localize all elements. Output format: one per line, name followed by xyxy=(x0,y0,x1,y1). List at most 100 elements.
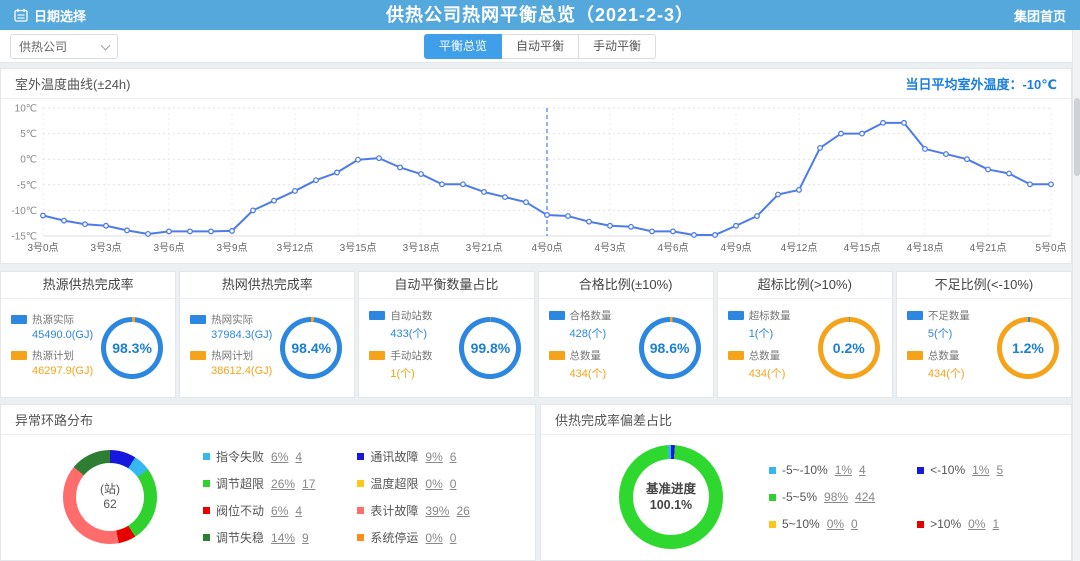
legend-swatch xyxy=(11,315,27,324)
legend-percent-link[interactable]: 9% xyxy=(425,450,442,464)
gauge-legend-label: 总数量 xyxy=(570,348,602,363)
gauge-legend-row: 不足数量 xyxy=(907,308,993,323)
legend-count-link[interactable]: 4 xyxy=(859,463,866,477)
deviation-header: 供热完成率偏差占比 xyxy=(541,405,1071,435)
legend-swatch xyxy=(203,534,210,541)
legend-label: 阀位不动 xyxy=(216,502,264,519)
legend-swatch xyxy=(203,480,210,487)
gauge-percent: 98.6% xyxy=(650,340,690,356)
gauge-legend-item: 手动站数1(个) xyxy=(369,348,455,381)
gauge-percent: 99.8% xyxy=(471,340,511,356)
gauge-percent: 98.3% xyxy=(112,340,152,356)
legend-percent-link[interactable]: 14% xyxy=(271,531,295,545)
legend-swatch xyxy=(917,467,924,474)
date-picker-button[interactable]: 日期选择 xyxy=(14,6,86,25)
legend-count-link[interactable]: 0 xyxy=(851,517,858,531)
group-home-link[interactable]: 集团首页 xyxy=(1014,6,1066,25)
legend-percent-link[interactable]: 1% xyxy=(835,463,852,477)
temperature-panel-title: 室外温度曲线(±24h) xyxy=(15,74,130,93)
company-select[interactable]: 供热公司 xyxy=(10,34,118,59)
gauge-legend-value: 434(个) xyxy=(928,365,993,381)
gauge-card: 超标比例(>10%)超标数量1(个)总数量434(个)0.2% xyxy=(717,271,893,398)
svg-text:3号9点: 3号9点 xyxy=(216,242,247,254)
legend-count-link[interactable]: 26 xyxy=(456,504,469,518)
legend-percent-link[interactable]: 6% xyxy=(271,450,288,464)
legend-item: >10% 0% 1 xyxy=(917,511,1003,538)
legend-count-link[interactable]: 1 xyxy=(992,517,999,531)
gauge-legend-label: 自动站数 xyxy=(390,308,432,323)
abnormal-loops-title: 异常环路分布 xyxy=(15,410,93,429)
legend-column: 指令失败6%4调节超限26%17阀位不动6%4调节失稳14%9 xyxy=(203,443,315,551)
tab-自动平衡[interactable]: 自动平衡 xyxy=(502,34,579,59)
gauge-legend-value: 428(个) xyxy=(570,325,635,341)
svg-text:10℃: 10℃ xyxy=(15,104,37,115)
legend-item: 系统停运 0% 0 xyxy=(357,524,469,551)
legend-item: -5~-10%1%4 xyxy=(769,457,875,484)
legend-count-link[interactable]: 5 xyxy=(996,463,1003,477)
gauge-card-body: 不足数量 5(个) 总数量434(个)1.2% xyxy=(897,299,1071,397)
legend-label: 指令失败 xyxy=(216,448,264,465)
legend-label: -5~5% xyxy=(782,490,817,504)
legend-count-link[interactable]: 6 xyxy=(450,450,457,464)
legend-label: >10% xyxy=(930,517,961,531)
gauge-legend: 合格数量428(个)总数量434(个) xyxy=(549,308,635,388)
legend-percent-link[interactable]: 98% xyxy=(824,490,848,504)
legend-percent-link[interactable]: 0% xyxy=(425,531,442,545)
abnormal-loops-center-label: (站) xyxy=(100,482,120,497)
legend-percent-link[interactable]: 0% xyxy=(968,517,985,531)
legend-percent-link[interactable]: 39% xyxy=(425,504,449,518)
legend-count-link[interactable]: 9 xyxy=(302,531,309,545)
scrollbar-thumb[interactable] xyxy=(1074,98,1080,176)
deviation-center: 基准进度 100.1% xyxy=(646,481,696,513)
avg-outdoor-temp-note: 当日平均室外温度：-10℃ xyxy=(905,74,1057,93)
legend-count-link[interactable]: 0 xyxy=(450,531,457,545)
gauge-legend-value: 433(个) xyxy=(390,325,455,341)
deviation-body: 基准进度 100.1% -5~-10%1%4-5~5%98%4245~10%0%… xyxy=(541,435,1071,559)
gauge-legend-label: 不足数量 xyxy=(928,308,970,323)
gauge-legend-value: 434(个) xyxy=(749,365,814,381)
legend-percent-link[interactable]: 6% xyxy=(271,504,288,518)
legend-column: <-10%1%5>10%0%1 xyxy=(917,457,1003,538)
legend-percent-link[interactable]: 0% xyxy=(425,477,442,491)
gauge-legend-value: 5(个) xyxy=(928,325,993,341)
gauge-card-body: 合格数量428(个)总数量434(个)98.6% xyxy=(539,299,713,397)
gauge-legend-row: 手动站数 xyxy=(369,348,455,363)
legend-swatch xyxy=(357,480,364,487)
tab-平衡总览[interactable]: 平衡总览 xyxy=(424,34,502,59)
company-select-value: 供热公司 xyxy=(19,38,67,55)
legend-count-link[interactable]: 424 xyxy=(855,490,875,504)
deviation-legend: -5~-10%1%4-5~5%98%4245~10%0%0<-10%1%5>10… xyxy=(769,457,1003,538)
temperature-panel-header: 室外温度曲线(±24h) 当日平均室外温度：-10℃ xyxy=(1,69,1071,99)
legend-item: 指令失败 6% 4 xyxy=(203,443,315,470)
legend-count-link[interactable]: 17 xyxy=(302,477,315,491)
gauge-donut: 1.2% xyxy=(997,317,1059,379)
gauge-legend-item: 总数量434(个) xyxy=(907,348,993,381)
gauge-card: 热网供热完成率热网实际37984.3(GJ)热网计划38612.4(GJ)98.… xyxy=(179,271,355,398)
legend-percent-link[interactable]: 26% xyxy=(271,477,295,491)
vertical-scrollbar xyxy=(1072,30,1080,561)
gauge-donut-wrap: 98.6% xyxy=(635,317,705,379)
legend-count-link[interactable]: 4 xyxy=(295,450,302,464)
gauge-donut-wrap: 1.2% xyxy=(993,317,1063,379)
legend-swatch xyxy=(769,494,776,501)
legend-swatch xyxy=(203,507,210,514)
legend-percent-link[interactable]: 0% xyxy=(827,517,844,531)
gauge-legend-value: 37984.3(GJ) xyxy=(211,329,276,341)
svg-text:-10℃: -10℃ xyxy=(11,206,37,217)
legend-swatch xyxy=(11,351,27,360)
gauge-card-title: 热源供热完成率 xyxy=(1,272,175,299)
gauge-legend-value: 46297.9(GJ) xyxy=(32,365,97,377)
legend-label: 5~10% xyxy=(782,517,820,531)
svg-text:4号12点: 4号12点 xyxy=(781,242,818,254)
legend-percent-link[interactable]: 1% xyxy=(972,463,989,477)
legend-count-link[interactable]: 4 xyxy=(295,504,302,518)
legend-swatch xyxy=(769,467,776,474)
legend-label: 系统停运 xyxy=(370,529,418,546)
gauge-card-title: 自动平衡数量占比 xyxy=(359,272,533,299)
legend-label: 调节超限 xyxy=(216,475,264,492)
gauge-legend-row: 热源计划 xyxy=(11,348,97,363)
tab-手动平衡[interactable]: 手动平衡 xyxy=(579,34,656,59)
legend-item: <-10%1%5 xyxy=(917,457,1003,484)
legend-swatch xyxy=(549,351,565,360)
legend-count-link[interactable]: 0 xyxy=(450,477,457,491)
